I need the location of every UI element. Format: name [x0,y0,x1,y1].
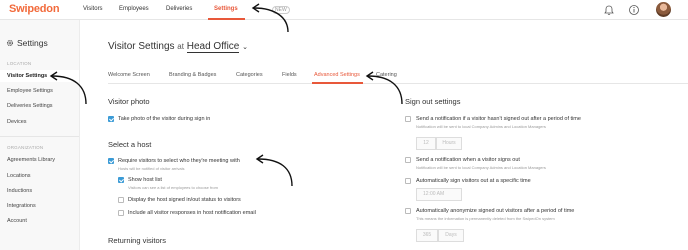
display-host-status-label: Display the host signed in/out status to… [128,197,241,203]
sidebar-item-locations[interactable]: Locations [0,170,79,182]
sidebar-item-integrations[interactable]: Integrations [0,200,79,212]
user-avatar[interactable] [656,2,671,17]
sidebar-item-devices[interactable]: Devices [0,116,79,128]
display-host-status-checkbox[interactable] [118,197,124,203]
gear-icon [6,39,14,47]
take-photo-label: Take photo of the visitor during sign in [118,116,211,122]
notify-signout-label: Send a notification when a visitor signs… [416,157,520,163]
sidebar-item-agreements-library[interactable]: Agreements Library [0,154,79,166]
nav-deliveries[interactable]: Deliveries [166,6,192,12]
notify-period-label: Send a notification if a visitor hasn't … [416,116,581,122]
notify-period-sub: Notification will be sent to local Compa… [416,124,546,129]
period-value-input[interactable]: 12 [416,137,436,150]
page-title: Visitor Settings at Head Office ⌄ [108,41,248,53]
location-section-label: LOCATION [7,61,32,66]
sidebar-item-employee-settings[interactable]: Employee Settings [0,85,79,97]
nav-employees[interactable]: Employees [119,6,149,12]
location-select[interactable]: Head Office [186,41,240,53]
notify-signout-sub: Notification will be sent to local Compa… [416,165,546,170]
annotation-arrow-require-host [255,154,293,187]
sidebar-title: Settings [17,38,48,48]
sidebar-item-visitor-settings[interactable]: Visitor Settings [0,70,79,82]
show-host-list-checkbox[interactable] [118,177,124,183]
nav-active-underline [208,18,245,20]
tab-advanced-settings[interactable]: Advanced Settings [314,72,360,78]
sidebar-item-account[interactable]: Account [0,215,79,227]
auto-anonymize-label: Automatically anonymize signed out visit… [416,208,575,214]
sidebar-item-inductions[interactable]: Inductions [0,185,79,197]
tab-catering[interactable]: Catering [376,72,397,78]
tab-fields[interactable]: Fields [282,72,297,78]
page-title-text: Visitor Settings [108,41,175,52]
tab-categories[interactable]: Categories [236,72,263,78]
sidebar-item-deliveries-settings[interactable]: Deliveries Settings [0,100,79,112]
auto-signout-checkbox[interactable] [405,178,411,184]
anonymize-unit-select[interactable]: Days [438,229,464,242]
auto-signout-time-select[interactable]: 12:00 AM [416,188,462,201]
require-host-checkbox[interactable] [108,158,114,164]
info-icon[interactable] [628,4,640,16]
nav-settings[interactable]: Settings [214,6,238,12]
organization-section-label: ORGANIZATION [7,145,44,150]
sign-out-settings-heading: Sign out settings [405,97,461,106]
anonymize-value-input[interactable]: 365 [416,229,438,242]
swipedon-logo[interactable]: Swipedon [9,3,60,15]
show-host-list-sub: Visitors can see a list of employees to … [128,185,218,190]
tab-welcome-screen[interactable]: Welcome Screen [108,72,150,78]
new-badge[interactable]: NEW [272,6,290,14]
chevron-down-icon[interactable]: ⌄ [242,44,248,51]
select-host-heading: Select a host [108,140,152,149]
show-host-list-label: Show host list [128,177,162,183]
sidebar-divider [0,136,79,137]
take-photo-checkbox[interactable] [108,116,114,122]
sidebar: Settings LOCATION Visitor Settings Emplo… [0,20,80,250]
bell-icon[interactable] [603,4,615,16]
tab-bar-divider [108,83,688,84]
nav-visitors[interactable]: Visitors [83,6,103,12]
top-navigation: Swipedon Visitors Employees Deliveries S… [0,0,688,20]
tab-active-underline [312,82,363,84]
visitor-photo-heading: Visitor photo [108,97,150,106]
include-responses-checkbox[interactable] [118,210,124,216]
notify-period-checkbox[interactable] [405,116,411,122]
tab-branding-badges[interactable]: Branding & Badges [169,72,216,78]
auto-anonymize-checkbox[interactable] [405,208,411,214]
require-host-label: Require visitors to select who they're m… [118,158,240,164]
page-title-at: at [177,42,184,51]
notify-signout-checkbox[interactable] [405,157,411,163]
period-unit-select[interactable]: Hours [436,137,462,150]
returning-visitors-heading: Returning visitors [108,236,166,245]
require-host-sub: Hosts will be notified of visitor arriva… [118,166,185,171]
auto-anonymize-sub: This means the information is permanentl… [416,216,555,221]
auto-signout-label: Automatically sign visitors out at a spe… [416,178,531,184]
include-responses-label: Include all visitor responses in host no… [128,210,256,216]
